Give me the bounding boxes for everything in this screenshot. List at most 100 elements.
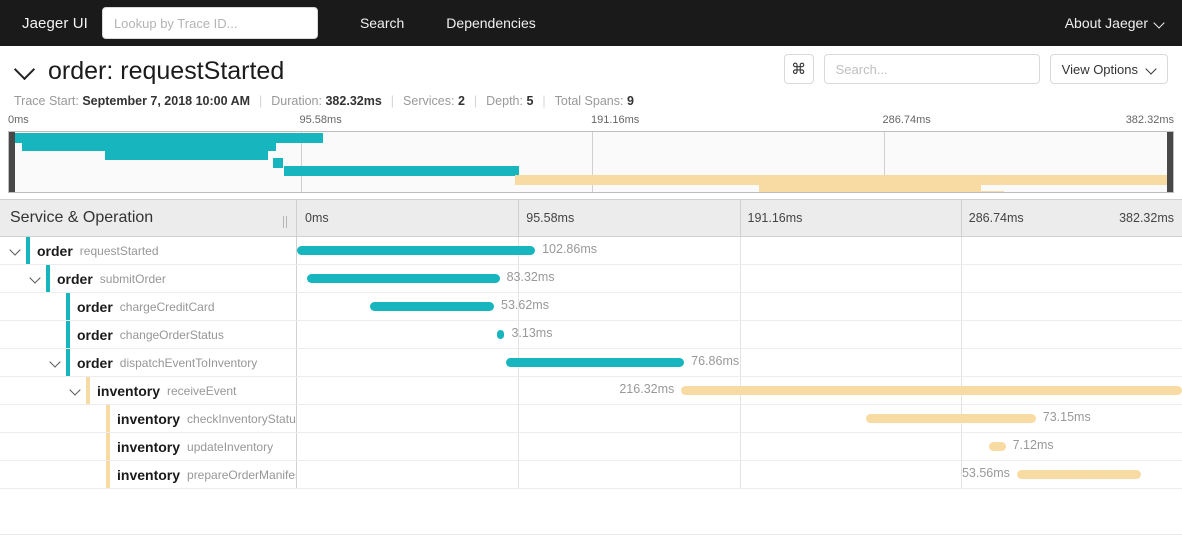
- depth-value: 5: [526, 94, 533, 108]
- span-duration-bar[interactable]: [989, 442, 1005, 451]
- chevron-down-icon[interactable]: [14, 60, 36, 82]
- chevron-down-icon[interactable]: [28, 271, 44, 287]
- span-row-timeline[interactable]: 76.86ms: [297, 349, 1182, 376]
- timeline-gridline: [961, 200, 962, 236]
- span-row[interactable]: inventoryprepareOrderManifest53.56ms: [0, 461, 1182, 489]
- depth-label: Depth:: [486, 94, 523, 108]
- page-title: order: requestStarted: [48, 56, 284, 86]
- chevron-down-icon[interactable]: [8, 243, 24, 259]
- span-operation-name: receiveEvent: [167, 384, 236, 398]
- span-row-name[interactable]: inventoryupdateInventory: [0, 433, 297, 460]
- nav-link-dependencies[interactable]: Dependencies: [446, 15, 536, 31]
- span-color-bar: [46, 265, 50, 292]
- about-jaeger-label: About Jaeger: [1065, 15, 1148, 31]
- span-table-header: Service & Operation 0ms95.58ms191.16ms28…: [0, 199, 1182, 237]
- span-service-name: order: [77, 327, 113, 343]
- nav-link-search[interactable]: Search: [360, 15, 404, 31]
- twist-spacer: [88, 439, 104, 455]
- span-color-bar: [66, 321, 70, 348]
- span-service-name: inventory: [117, 411, 180, 427]
- span-duration-bar[interactable]: [1017, 470, 1141, 479]
- chevron-down-icon[interactable]: [68, 383, 84, 399]
- app-brand-logo[interactable]: Jaeger UI: [22, 15, 88, 32]
- trace-header-actions: ⌘ View Options: [784, 54, 1168, 84]
- span-row-name[interactable]: inventorycheckInventoryStatus: [0, 405, 297, 432]
- span-row-timeline[interactable]: 3.13ms: [297, 321, 1182, 348]
- span-row-name[interactable]: inventoryprepareOrderManifest: [0, 461, 297, 488]
- timeline-tick-label: 286.74ms: [969, 211, 1024, 225]
- timeline-gridline: [961, 349, 962, 376]
- span-row[interactable]: inventoryupdateInventory7.12ms: [0, 433, 1182, 461]
- span-row-name[interactable]: inventory receiveEvent: [0, 377, 297, 404]
- span-color-bar: [106, 433, 110, 460]
- span-row-name[interactable]: orderdispatchEventToInventory: [0, 349, 297, 376]
- view-options-dropdown[interactable]: View Options: [1050, 54, 1168, 84]
- meta-separator: |: [474, 94, 477, 108]
- column-resize-grip[interactable]: [283, 216, 289, 228]
- minimap-span-bar: [981, 191, 1003, 193]
- span-row-timeline[interactable]: 7.12ms: [297, 433, 1182, 460]
- twist-spacer: [48, 327, 64, 343]
- minimap-span-bar: [105, 150, 268, 160]
- minimap-drag-handle-right[interactable]: [1167, 131, 1173, 193]
- chevron-down-icon[interactable]: [48, 355, 64, 371]
- span-row-timeline[interactable]: 83.32ms: [297, 265, 1182, 292]
- span-duration-label: 73.15ms: [1043, 410, 1091, 424]
- trace-start-value: September 7, 2018 10:00 AM: [82, 94, 250, 108]
- span-row[interactable]: ordersubmitOrder83.32ms: [0, 265, 1182, 293]
- span-row[interactable]: orderrequestStarted102.86ms: [0, 237, 1182, 265]
- span-operation-name: updateInventory: [187, 440, 273, 454]
- span-row-name[interactable]: orderrequestStarted: [0, 237, 297, 264]
- span-duration-bar[interactable]: [681, 386, 1182, 395]
- timeline-gridline: [961, 237, 962, 264]
- timeline-tick-label: 382.32ms: [1119, 211, 1174, 225]
- minimap-tick-label: 0ms: [8, 114, 29, 126]
- span-duration-bar[interactable]: [370, 302, 494, 311]
- meta-separator: |: [391, 94, 394, 108]
- trace-minimap[interactable]: 0ms95.58ms191.16ms286.74ms382.32ms: [0, 114, 1182, 199]
- span-row-timeline[interactable]: 53.56ms: [297, 461, 1182, 488]
- span-row[interactable]: inventory receiveEvent 216.32ms: [0, 377, 1182, 405]
- minimap-viewport[interactable]: [8, 131, 1174, 193]
- span-color-bar: [106, 405, 110, 432]
- span-row-timeline[interactable]: 102.86ms: [297, 237, 1182, 264]
- total-spans-label: Total Spans:: [555, 94, 624, 108]
- span-row-name[interactable]: orderchangeOrderStatus: [0, 321, 297, 348]
- span-row-timeline[interactable]: 73.15ms: [297, 405, 1182, 432]
- trace-id-lookup-input[interactable]: [102, 7, 318, 39]
- span-row-timeline[interactable]: 216.32ms: [297, 377, 1182, 404]
- span-service-name: inventory: [97, 383, 160, 399]
- span-service-name: order: [37, 243, 73, 259]
- span-duration-bar[interactable]: [506, 358, 684, 367]
- span-row-timeline[interactable]: 53.62ms: [297, 293, 1182, 320]
- timeline-gridline: [740, 349, 741, 376]
- span-duration-bar[interactable]: [297, 246, 535, 255]
- meta-separator: |: [542, 94, 545, 108]
- span-row-name[interactable]: ordersubmitOrder: [0, 265, 297, 292]
- services-label: Services:: [403, 94, 454, 108]
- span-search-input[interactable]: [824, 54, 1040, 84]
- timeline-gridline: [518, 461, 519, 488]
- timeline-gridline: [740, 265, 741, 292]
- trace-metadata: Trace Start: September 7, 2018 10:00 AM …: [0, 86, 1182, 114]
- timeline-tick-label: 0ms: [305, 211, 329, 225]
- timeline-tick-label: 191.16ms: [748, 211, 803, 225]
- timeline-gridline: [740, 200, 741, 236]
- timeline-gridline: [961, 321, 962, 348]
- twist-spacer: [88, 467, 104, 483]
- span-row[interactable]: orderdispatchEventToInventory76.86ms: [0, 349, 1182, 377]
- span-row[interactable]: orderchargeCreditCard53.62ms: [0, 293, 1182, 321]
- span-row[interactable]: orderchangeOrderStatus3.13ms: [0, 321, 1182, 349]
- command-key-button[interactable]: ⌘: [784, 54, 814, 84]
- meta-separator: |: [259, 94, 262, 108]
- trace-start-label: Trace Start:: [14, 94, 79, 108]
- minimap-drag-handle-left[interactable]: [9, 131, 15, 193]
- span-duration-bar[interactable]: [497, 330, 504, 339]
- span-row-name[interactable]: orderchargeCreditCard: [0, 293, 297, 320]
- about-jaeger-menu[interactable]: About Jaeger: [1065, 15, 1164, 31]
- timeline-gridline: [740, 237, 741, 264]
- twist-spacer: [88, 411, 104, 427]
- span-duration-bar[interactable]: [307, 274, 500, 283]
- span-row[interactable]: inventorycheckInventoryStatus 73.15ms: [0, 405, 1182, 433]
- span-duration-bar[interactable]: [866, 414, 1035, 423]
